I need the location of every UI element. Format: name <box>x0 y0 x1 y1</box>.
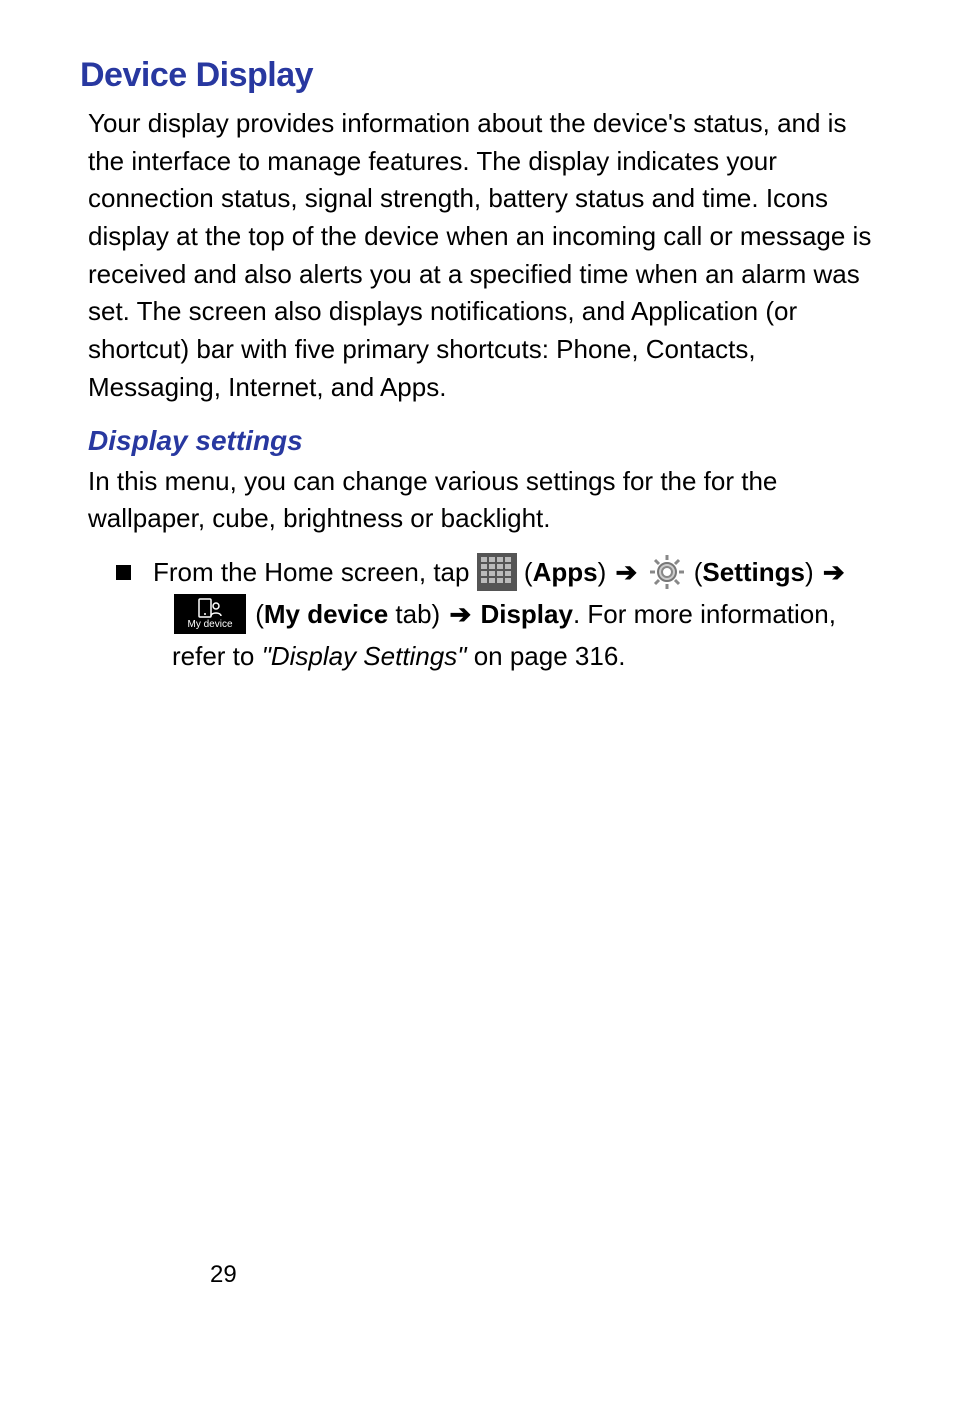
apps-label: Apps <box>533 557 598 587</box>
square-bullet-icon <box>116 565 131 580</box>
display-label: Display <box>480 599 573 629</box>
settings-label: Settings <box>702 557 805 587</box>
page-number: 29 <box>210 1261 237 1289</box>
intro-paragraph: Your display provides information about … <box>88 105 874 407</box>
arrow-icon: ➔ <box>447 599 473 629</box>
step-lead-text: From the Home screen, tap <box>153 557 477 587</box>
my-device-tab-icon: My device <box>174 594 246 634</box>
tab-suffix: tab) <box>388 599 447 629</box>
settings-gear-icon <box>647 552 687 592</box>
sub-heading: Display settings <box>88 425 874 457</box>
my-device-icon-label: My device <box>174 617 246 633</box>
arrow-icon: ➔ <box>613 557 639 587</box>
reference-page: on page 316. <box>466 641 625 671</box>
arrow-icon: ➔ <box>821 557 847 587</box>
apps-grid-icon <box>477 553 517 591</box>
section-title: Device Display <box>80 56 874 95</box>
instruction-step: From the Home screen, tap (Apps) ➔ <box>116 552 874 677</box>
reference-title: "Display Settings" <box>262 641 467 671</box>
sub-intro-paragraph: In this menu, you can change various set… <box>88 463 874 538</box>
my-device-label: My device <box>264 599 388 629</box>
